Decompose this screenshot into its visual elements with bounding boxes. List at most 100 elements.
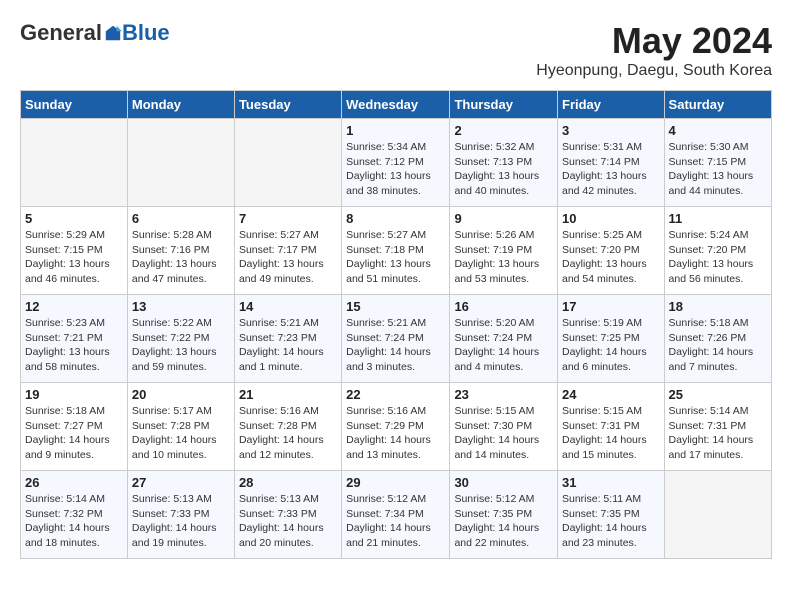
- logo-general: General: [20, 20, 102, 46]
- logo-blue: Blue: [122, 20, 170, 46]
- day-number: 1: [346, 123, 445, 138]
- day-number: 15: [346, 299, 445, 314]
- calendar-cell: 31Sunrise: 5:11 AMSunset: 7:35 PMDayligh…: [558, 471, 665, 559]
- day-info: Sunrise: 5:34 AMSunset: 7:12 PMDaylight:…: [346, 140, 445, 199]
- day-info: Sunrise: 5:12 AMSunset: 7:34 PMDaylight:…: [346, 492, 445, 551]
- day-info: Sunrise: 5:14 AMSunset: 7:32 PMDaylight:…: [25, 492, 123, 551]
- calendar-cell: [234, 119, 341, 207]
- calendar-cell: 5 Sunrise: 5:29 AMSunset: 7:15 PMDaylight…: [21, 207, 128, 295]
- day-info: Sunrise: 5:21 AMSunset: 7:23 PMDaylight:…: [239, 316, 337, 375]
- day-info: Sunrise: 5:11 AMSunset: 7:35 PMDaylight:…: [562, 492, 660, 551]
- day-info: Sunrise: 5:29 AMSunset: 7:15 PMDaylight:…: [25, 228, 123, 287]
- day-info: Sunrise: 5:20 AMSunset: 7:24 PMDaylight:…: [454, 316, 553, 375]
- day-number: 24: [562, 387, 660, 402]
- day-number: 21: [239, 387, 337, 402]
- day-number: 29: [346, 475, 445, 490]
- day-number: 10: [562, 211, 660, 226]
- weekday-header-saturday: Saturday: [664, 91, 771, 119]
- weekday-header-sunday: Sunday: [21, 91, 128, 119]
- day-info: Sunrise: 5:25 AMSunset: 7:20 PMDaylight:…: [562, 228, 660, 287]
- calendar-cell: 10 Sunrise: 5:25 AMSunset: 7:20 PMDayligh…: [558, 207, 665, 295]
- calendar-cell: 21 Sunrise: 5:16 AMSunset: 7:28 PMDayligh…: [234, 383, 341, 471]
- calendar-cell: 13 Sunrise: 5:22 AMSunset: 7:22 PMDayligh…: [127, 295, 234, 383]
- day-number: 25: [669, 387, 767, 402]
- logo-icon: [104, 24, 122, 42]
- calendar-cell: 16 Sunrise: 5:20 AMSunset: 7:24 PMDayligh…: [450, 295, 558, 383]
- calendar-cell: 19Sunrise: 5:18 AMSunset: 7:27 PMDayligh…: [21, 383, 128, 471]
- calendar-cell: 11 Sunrise: 5:24 AMSunset: 7:20 PMDayligh…: [664, 207, 771, 295]
- day-info: Sunrise: 5:31 AMSunset: 7:14 PMDaylight:…: [562, 140, 660, 199]
- day-info: Sunrise: 5:27 AMSunset: 7:18 PMDaylight:…: [346, 228, 445, 287]
- calendar-cell: 29 Sunrise: 5:12 AMSunset: 7:34 PMDayligh…: [342, 471, 450, 559]
- day-info: Sunrise: 5:15 AMSunset: 7:30 PMDaylight:…: [454, 404, 553, 463]
- weekday-header-thursday: Thursday: [450, 91, 558, 119]
- day-info: Sunrise: 5:26 AMSunset: 7:19 PMDaylight:…: [454, 228, 553, 287]
- main-title: May 2024: [536, 20, 772, 62]
- calendar-cell: 1 Sunrise: 5:34 AMSunset: 7:12 PMDaylight…: [342, 119, 450, 207]
- day-number: 28: [239, 475, 337, 490]
- day-number: 23: [454, 387, 553, 402]
- calendar-cell: 23 Sunrise: 5:15 AMSunset: 7:30 PMDayligh…: [450, 383, 558, 471]
- weekday-header-friday: Friday: [558, 91, 665, 119]
- calendar-cell: [127, 119, 234, 207]
- calendar-cell: 4Sunrise: 5:30 AMSunset: 7:15 PMDaylight…: [664, 119, 771, 207]
- calendar-week-1: 1 Sunrise: 5:34 AMSunset: 7:12 PMDaylight…: [21, 119, 772, 207]
- day-info: Sunrise: 5:21 AMSunset: 7:24 PMDaylight:…: [346, 316, 445, 375]
- day-number: 30: [454, 475, 553, 490]
- day-number: 26: [25, 475, 123, 490]
- logo: General Blue: [20, 20, 170, 46]
- calendar-cell: 18Sunrise: 5:18 AMSunset: 7:26 PMDayligh…: [664, 295, 771, 383]
- day-info: Sunrise: 5:27 AMSunset: 7:17 PMDaylight:…: [239, 228, 337, 287]
- calendar-cell: 17Sunrise: 5:19 AMSunset: 7:25 PMDayligh…: [558, 295, 665, 383]
- calendar-week-4: 19Sunrise: 5:18 AMSunset: 7:27 PMDayligh…: [21, 383, 772, 471]
- day-info: Sunrise: 5:16 AMSunset: 7:28 PMDaylight:…: [239, 404, 337, 463]
- day-number: 6: [132, 211, 230, 226]
- title-block: May 2024 Hyeonpung, Daegu, South Korea: [536, 20, 772, 80]
- calendar-cell: 8Sunrise: 5:27 AMSunset: 7:18 PMDaylight…: [342, 207, 450, 295]
- calendar-cell: 26 Sunrise: 5:14 AMSunset: 7:32 PMDayligh…: [21, 471, 128, 559]
- weekday-header-tuesday: Tuesday: [234, 91, 341, 119]
- day-info: Sunrise: 5:24 AMSunset: 7:20 PMDaylight:…: [669, 228, 767, 287]
- day-number: 17: [562, 299, 660, 314]
- day-info: Sunrise: 5:22 AMSunset: 7:22 PMDaylight:…: [132, 316, 230, 375]
- calendar-body: 1 Sunrise: 5:34 AMSunset: 7:12 PMDaylight…: [21, 119, 772, 559]
- day-number: 14: [239, 299, 337, 314]
- calendar-cell: 6 Sunrise: 5:28 AMSunset: 7:16 PMDaylight…: [127, 207, 234, 295]
- day-info: Sunrise: 5:32 AMSunset: 7:13 PMDaylight:…: [454, 140, 553, 199]
- day-number: 13: [132, 299, 230, 314]
- calendar-cell: 30Sunrise: 5:12 AMSunset: 7:35 PMDayligh…: [450, 471, 558, 559]
- day-number: 9: [454, 211, 553, 226]
- day-number: 19: [25, 387, 123, 402]
- calendar-cell: 14 Sunrise: 5:21 AMSunset: 7:23 PMDayligh…: [234, 295, 341, 383]
- day-info: Sunrise: 5:16 AMSunset: 7:29 PMDaylight:…: [346, 404, 445, 463]
- calendar-cell: 12Sunrise: 5:23 AMSunset: 7:21 PMDayligh…: [21, 295, 128, 383]
- day-info: Sunrise: 5:18 AMSunset: 7:26 PMDaylight:…: [669, 316, 767, 375]
- calendar-week-2: 5 Sunrise: 5:29 AMSunset: 7:15 PMDaylight…: [21, 207, 772, 295]
- calendar-table: SundayMondayTuesdayWednesdayThursdayFrid…: [20, 90, 772, 559]
- day-number: 16: [454, 299, 553, 314]
- day-number: 27: [132, 475, 230, 490]
- page-header: General Blue May 2024 Hyeonpung, Daegu, …: [20, 20, 772, 80]
- day-number: 20: [132, 387, 230, 402]
- calendar-week-5: 26 Sunrise: 5:14 AMSunset: 7:32 PMDayligh…: [21, 471, 772, 559]
- calendar-cell: 27 Sunrise: 5:13 AMSunset: 7:33 PMDayligh…: [127, 471, 234, 559]
- day-number: 7: [239, 211, 337, 226]
- weekday-header-wednesday: Wednesday: [342, 91, 450, 119]
- calendar-header-row: SundayMondayTuesdayWednesdayThursdayFrid…: [21, 91, 772, 119]
- calendar-cell: [664, 471, 771, 559]
- calendar-week-3: 12Sunrise: 5:23 AMSunset: 7:21 PMDayligh…: [21, 295, 772, 383]
- calendar-cell: 3Sunrise: 5:31 AMSunset: 7:14 PMDaylight…: [558, 119, 665, 207]
- calendar-cell: 25 Sunrise: 5:14 AMSunset: 7:31 PMDayligh…: [664, 383, 771, 471]
- calendar-cell: 9 Sunrise: 5:26 AMSunset: 7:19 PMDaylight…: [450, 207, 558, 295]
- calendar-cell: [21, 119, 128, 207]
- day-info: Sunrise: 5:14 AMSunset: 7:31 PMDaylight:…: [669, 404, 767, 463]
- day-number: 22: [346, 387, 445, 402]
- day-number: 5: [25, 211, 123, 226]
- calendar-cell: 2Sunrise: 5:32 AMSunset: 7:13 PMDaylight…: [450, 119, 558, 207]
- day-info: Sunrise: 5:13 AMSunset: 7:33 PMDaylight:…: [132, 492, 230, 551]
- day-info: Sunrise: 5:28 AMSunset: 7:16 PMDaylight:…: [132, 228, 230, 287]
- day-number: 11: [669, 211, 767, 226]
- calendar-cell: 20 Sunrise: 5:17 AMSunset: 7:28 PMDayligh…: [127, 383, 234, 471]
- subtitle: Hyeonpung, Daegu, South Korea: [536, 62, 772, 80]
- day-info: Sunrise: 5:17 AMSunset: 7:28 PMDaylight:…: [132, 404, 230, 463]
